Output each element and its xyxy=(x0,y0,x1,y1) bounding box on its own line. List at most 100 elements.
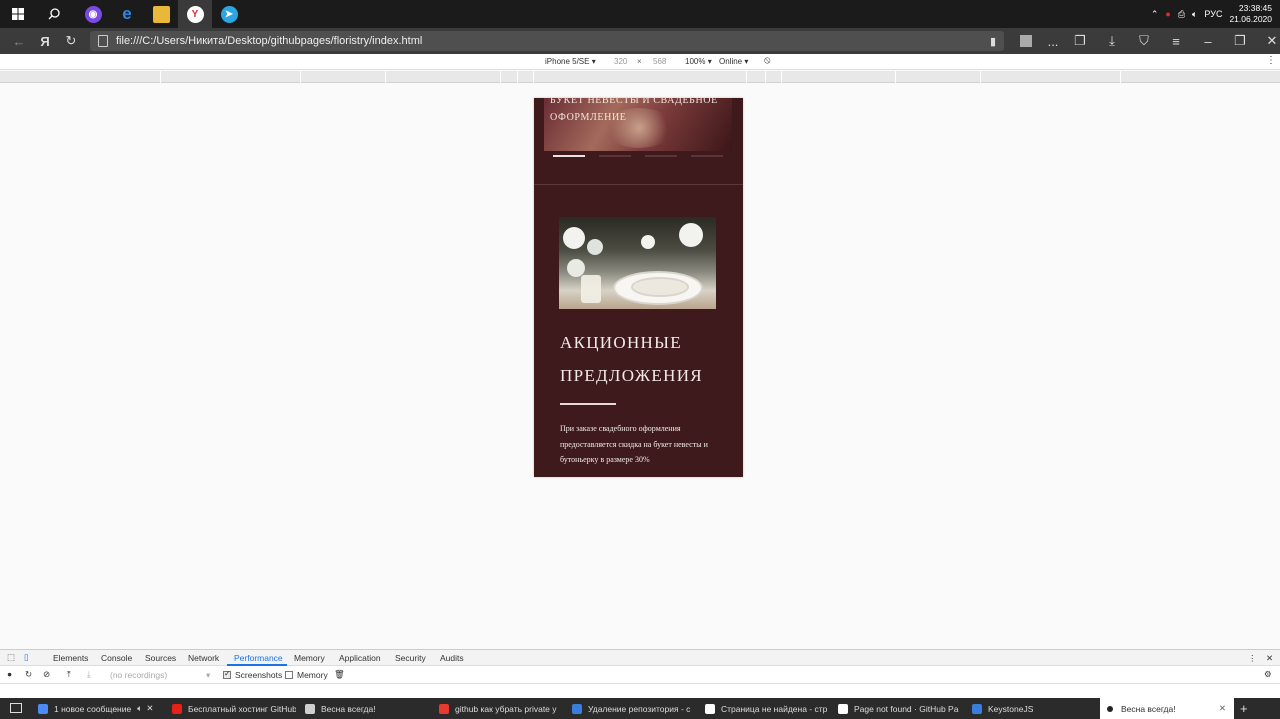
slider-dot[interactable] xyxy=(691,155,723,157)
browser-tab[interactable]: Удаление репозитория - с xyxy=(572,698,696,719)
device-toolbar: iPhone 5/SE ▾ 320 × 568 100% ▾ Online ▾ … xyxy=(0,54,1280,70)
browser-tab[interactable]: Бесплатный хостинг GitHub xyxy=(172,698,296,719)
devtools-tabbar: ⬚ ▯ Elements Console Sources Network Per… xyxy=(0,649,1280,666)
search-icon[interactable] xyxy=(36,0,72,28)
tab-favicon-icon xyxy=(38,703,48,714)
clock[interactable]: 23:38:45 21.06.2020 xyxy=(1229,3,1272,25)
tab-close-icon[interactable]: ✕ xyxy=(1219,703,1226,714)
memory-checkbox[interactable] xyxy=(285,671,293,679)
devtools-menu-icon[interactable]: ⋮ xyxy=(1248,653,1257,664)
tab-sources[interactable]: Sources xyxy=(145,653,176,663)
device-mode-icon[interactable]: ▯ xyxy=(24,652,29,663)
restore-icon[interactable]: ❐ xyxy=(1224,28,1256,54)
bookmark-icon[interactable]: ▮ xyxy=(990,35,996,48)
tab-favicon-icon xyxy=(838,703,848,714)
browser-tab[interactable]: Весна всегда! xyxy=(305,698,429,719)
slider-dot[interactable] xyxy=(599,155,631,157)
address-bar[interactable]: file:///C:/Users/Никита/Desktop/githubpa… xyxy=(90,31,1004,51)
volume-icon[interactable]: 🔈︎ xyxy=(1192,9,1197,20)
inspect-element-icon[interactable]: ⬚ xyxy=(7,652,15,663)
screenshots-label: Screenshots xyxy=(235,670,283,680)
browser-tab[interactable]: Страница не найдена - стр xyxy=(705,698,829,719)
system-tray: ⌃ ● ⎙ 🔈︎ РУС 23:38:45 21.06.2020 xyxy=(1151,0,1280,28)
network-select[interactable]: Online ▾ xyxy=(719,57,748,66)
edge-app-icon[interactable]: e xyxy=(110,0,144,28)
browser-tab[interactable]: KeystoneJS xyxy=(972,698,1096,719)
device-select[interactable]: iPhone 5/SE ▾ xyxy=(545,57,596,66)
promo-image xyxy=(559,217,716,309)
tab-console[interactable]: Console xyxy=(101,653,132,663)
rotate-icon[interactable]: ⦸ xyxy=(764,55,771,66)
download-icon[interactable]: ⤓ xyxy=(1096,28,1128,54)
promo-underline xyxy=(560,403,616,405)
tab-favicon-icon xyxy=(305,703,315,714)
yandex-browser-app-icon[interactable]: Y xyxy=(178,0,212,28)
zoom-select[interactable]: 100% ▾ xyxy=(685,57,712,66)
media-query-ruler[interactable] xyxy=(0,71,1280,83)
extension-icon[interactable] xyxy=(1010,28,1042,54)
yandex-logo-icon[interactable]: Я xyxy=(32,28,58,54)
network-icon[interactable]: ⎙ xyxy=(1178,9,1185,20)
dimension-separator-icon: × xyxy=(637,57,642,66)
devtools-close-icon[interactable]: ✕ xyxy=(1266,653,1273,664)
tab-close-icon[interactable]: ✕ xyxy=(146,703,153,714)
browser-tab-strip: 1 новое сообщение 🔈︎ ✕ Бесплатный хостин… xyxy=(0,698,1280,719)
trash-icon[interactable]: 🗑︎ xyxy=(334,669,345,680)
language-indicator[interactable]: РУС xyxy=(1204,9,1222,19)
tab-overview-icon[interactable] xyxy=(10,703,22,713)
browser-tab[interactable]: 1 новое сообщение 🔈︎ ✕ xyxy=(38,698,162,719)
close-icon[interactable]: ✕ xyxy=(1256,28,1280,54)
browser-tab[interactable]: Page not found · GitHub Pa xyxy=(838,698,962,719)
performance-toolbar: ● ↻ ⊘ ⤒ ⤓ (no recordings) ▾ Screenshots … xyxy=(0,666,1280,684)
chevron-up-icon[interactable]: ⌃ xyxy=(1151,9,1159,20)
clear-icon[interactable]: ⊘ xyxy=(43,669,50,680)
mobile-viewport: БУКЕТ НЕВЕСТЫ И СВАДЕБНОЕ ОФОРМЛЕНИЕ АКЦ… xyxy=(534,98,743,477)
mute-icon[interactable]: 🔈︎ xyxy=(137,703,142,714)
browser-tab[interactable]: github как убрать private y xyxy=(439,698,563,719)
tab-favicon-icon xyxy=(172,703,182,714)
download-profile-icon[interactable]: ⤓ xyxy=(87,669,91,680)
screenshots-checkbox[interactable] xyxy=(223,669,231,679)
tab-security[interactable]: Security xyxy=(395,653,426,663)
tab-memory[interactable]: Memory xyxy=(294,653,325,663)
settings-gear-icon[interactable]: ⚙ xyxy=(1264,669,1272,680)
tab-favicon-icon xyxy=(572,703,582,714)
menu-icon[interactable]: ≡ xyxy=(1160,28,1192,54)
telegram-app-icon[interactable]: ➤ xyxy=(212,0,246,28)
width-input[interactable]: 320 xyxy=(614,57,627,66)
windows-start-icon[interactable] xyxy=(0,0,36,28)
alice-app-icon[interactable]: ◉ xyxy=(76,0,110,28)
promo-text: При заказе свадебного оформления предост… xyxy=(560,424,708,464)
clock-date: 21.06.2020 xyxy=(1229,14,1272,24)
height-input[interactable]: 568 xyxy=(653,57,666,66)
browser-toolbar: ← Я ↻ file:///C:/Users/Никита/Desktop/gi… xyxy=(0,28,1280,54)
collections-icon[interactable]: ❐ xyxy=(1064,28,1096,54)
protect-icon[interactable]: ⛉ xyxy=(1128,28,1160,54)
tab-favicon-icon xyxy=(705,703,715,714)
back-arrow-icon[interactable]: ← xyxy=(6,28,32,54)
upload-icon[interactable]: ⤒ xyxy=(67,669,71,680)
tab-audits[interactable]: Audits xyxy=(440,653,464,663)
reload-icon[interactable]: ↻ xyxy=(58,28,84,54)
record-icon[interactable]: ● xyxy=(7,669,12,679)
recordings-select[interactable]: (no recordings) xyxy=(110,670,210,680)
explorer-app-icon[interactable] xyxy=(144,0,178,28)
browser-tab-active[interactable]: Весна всегда! ✕ xyxy=(1100,698,1234,719)
new-tab-button[interactable]: + xyxy=(1240,701,1248,716)
yandex-tray-icon[interactable]: ● xyxy=(1165,9,1170,19)
minimize-icon[interactable]: – xyxy=(1192,28,1224,54)
tab-favicon-icon xyxy=(972,703,982,714)
slider-dot[interactable] xyxy=(645,155,677,157)
file-icon xyxy=(98,35,108,47)
tab-performance[interactable]: Performance xyxy=(234,653,283,663)
reload-record-icon[interactable]: ↻ xyxy=(25,669,32,680)
more-options-icon[interactable]: ⋮ xyxy=(1266,55,1276,66)
tab-network[interactable]: Network xyxy=(188,653,219,663)
more-dots-button[interactable]: ... xyxy=(1042,28,1064,54)
hero-slide-title: БУКЕТ НЕВЕСТЫ И СВАДЕБНОЕ ОФОРМЛЕНИЕ xyxy=(550,98,718,123)
tab-favicon-icon xyxy=(1107,705,1113,712)
tab-application[interactable]: Application xyxy=(339,653,381,663)
tab-elements[interactable]: Elements xyxy=(53,653,88,663)
slider-dot[interactable] xyxy=(553,155,585,157)
section-divider xyxy=(534,184,743,185)
